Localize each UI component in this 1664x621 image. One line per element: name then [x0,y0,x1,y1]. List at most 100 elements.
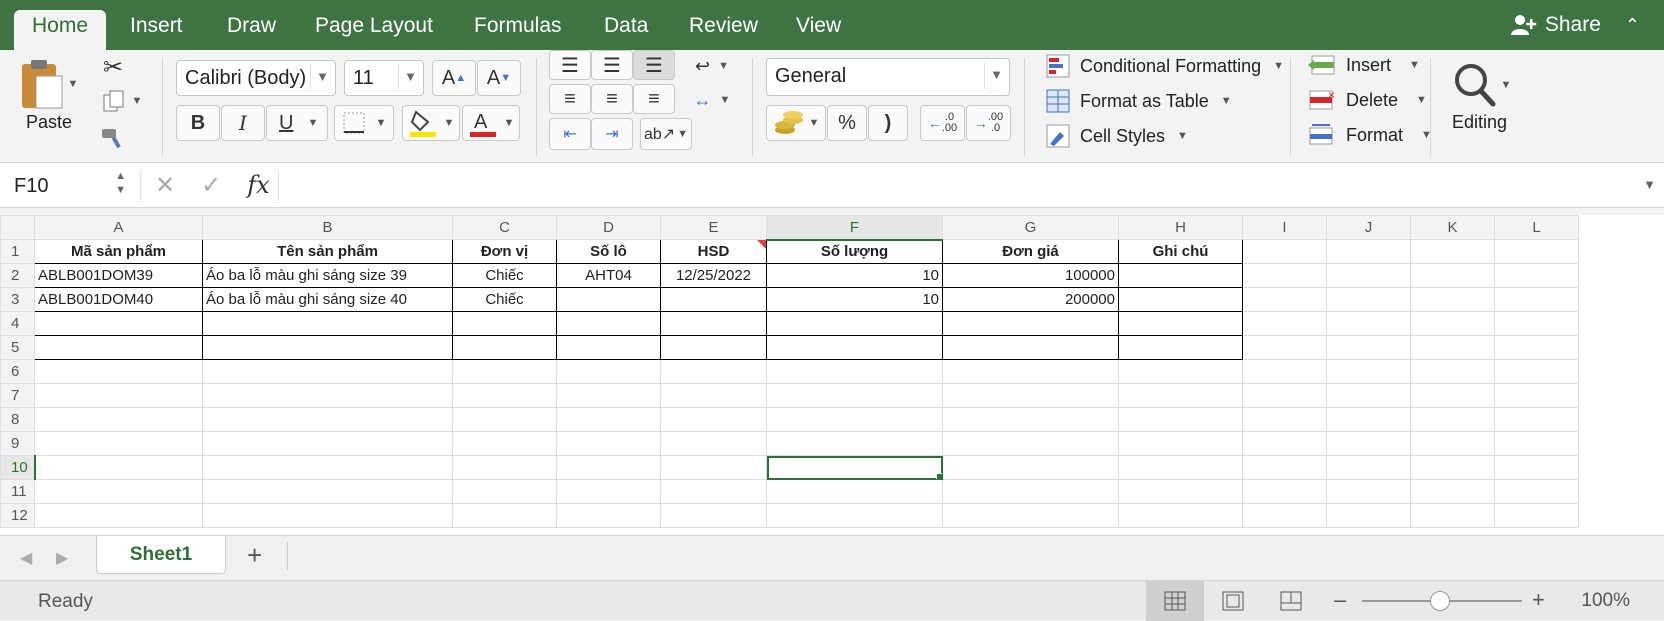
italic-button[interactable]: I [221,105,265,141]
cell[interactable] [1118,359,1243,384]
cell[interactable] [202,455,453,480]
row-header[interactable]: 4 [0,311,35,336]
cell[interactable] [452,359,557,384]
cell[interactable] [1410,311,1495,336]
fill-color-button[interactable]: ▼ [402,105,460,141]
cell[interactable]: Áo ba lỗ màu ghi sáng size 39 [202,263,453,288]
borders-dropdown-icon[interactable]: ▼ [376,117,387,129]
cell[interactable]: AHT04 [556,263,661,288]
cell[interactable]: Chiếc [452,263,557,288]
cell[interactable] [1410,479,1495,504]
zoom-out-icon[interactable]: – [1334,587,1346,613]
cell[interactable] [1242,455,1327,480]
cell[interactable]: Tên sản phẩm [202,239,453,264]
row-header[interactable]: 3 [0,287,35,312]
align-middle-icon[interactable]: ☰ [591,50,633,80]
format-as-table-button[interactable]: Format as Table ▼ [1046,89,1232,113]
cell[interactable] [34,335,203,360]
cell[interactable] [660,431,767,456]
cell[interactable] [556,383,661,408]
cell[interactable] [556,311,661,336]
cell[interactable] [556,479,661,504]
cell[interactable] [660,479,767,504]
cell[interactable] [1242,431,1327,456]
cell[interactable] [1494,455,1579,480]
cell[interactable] [660,311,767,336]
editing-button[interactable]: ▼ [1448,58,1516,112]
font-color-dropdown-icon[interactable]: ▼ [504,117,515,129]
cell[interactable] [452,311,557,336]
tab-formulas[interactable]: Formulas [474,14,562,38]
page-break-view-button[interactable] [1262,581,1320,621]
cell[interactable]: Chiếc [452,287,557,312]
fill-handle[interactable] [936,473,942,479]
cell[interactable] [660,335,767,360]
cell[interactable] [1118,383,1243,408]
tab-data[interactable]: Data [604,14,648,38]
column-header[interactable]: B [202,215,453,240]
cell[interactable] [556,359,661,384]
row-header[interactable]: 2 [0,263,35,288]
cell[interactable] [1326,455,1411,480]
paste-dropdown-icon[interactable]: ▼ [68,78,79,90]
format-painter-icon[interactable] [98,122,128,152]
cell[interactable] [1494,431,1579,456]
confirm-icon[interactable]: ✓ [201,171,221,200]
cell[interactable] [1326,287,1411,312]
cell[interactable] [942,335,1119,360]
cell[interactable] [1494,311,1579,336]
active-cell[interactable] [766,455,943,480]
normal-view-button[interactable] [1146,581,1204,621]
align-center-icon[interactable]: ≡ [591,84,633,114]
collapse-ribbon-icon[interactable]: ⌃ [1625,15,1640,36]
cell[interactable] [34,407,203,432]
cell[interactable] [202,407,453,432]
cell[interactable] [1242,479,1327,504]
cell[interactable] [1242,311,1327,336]
tab-page-layout[interactable]: Page Layout [315,14,433,38]
cell[interactable] [766,359,943,384]
cell[interactable] [1494,407,1579,432]
cell[interactable] [452,479,557,504]
cell[interactable]: 100000 [942,263,1119,288]
column-header[interactable]: G [942,215,1119,240]
accounting-format-button[interactable]: ▼ [766,105,826,141]
column-header[interactable]: I [1242,215,1327,240]
select-all-corner[interactable] [0,215,35,240]
cell[interactable] [452,503,557,528]
cell[interactable] [766,335,943,360]
cell[interactable] [34,359,203,384]
cell[interactable] [202,311,453,336]
cell[interactable]: Mã sản phẩm [34,239,203,264]
row-header[interactable]: 7 [0,383,35,408]
cell[interactable] [1118,311,1243,336]
cut-icon[interactable]: ✂ [98,52,128,82]
increase-decimal-button[interactable]: ← .0 .00 [920,105,965,141]
cell[interactable] [1494,263,1579,288]
next-sheet-icon[interactable]: ▶ [56,548,68,568]
cell[interactable] [766,431,943,456]
cell[interactable] [942,431,1119,456]
cell[interactable] [202,335,453,360]
align-left-icon[interactable]: ≡ [549,84,591,114]
row-header[interactable]: 8 [0,407,35,432]
row-header-selected[interactable]: 10 [0,455,36,480]
merge-center-icon[interactable]: ↔ ▼ [686,86,738,114]
underline-button[interactable]: U ▼ [266,105,328,141]
cell[interactable]: Đơn vị [452,239,557,264]
increase-font-size-button[interactable]: A ▲ [432,60,476,96]
cell[interactable] [1410,503,1495,528]
column-header[interactable]: A [34,215,203,240]
row-header[interactable]: 11 [0,479,35,504]
cell[interactable] [942,503,1119,528]
cell[interactable] [1118,263,1243,288]
cell[interactable] [452,383,557,408]
cell[interactable] [1242,239,1327,264]
cell[interactable] [660,383,767,408]
cell[interactable]: 10 [766,263,943,288]
cell[interactable] [1242,359,1327,384]
cell[interactable] [1118,503,1243,528]
name-box[interactable]: F10 ▲ ▼ [6,169,134,203]
cell[interactable] [34,311,203,336]
cell[interactable] [1494,335,1579,360]
